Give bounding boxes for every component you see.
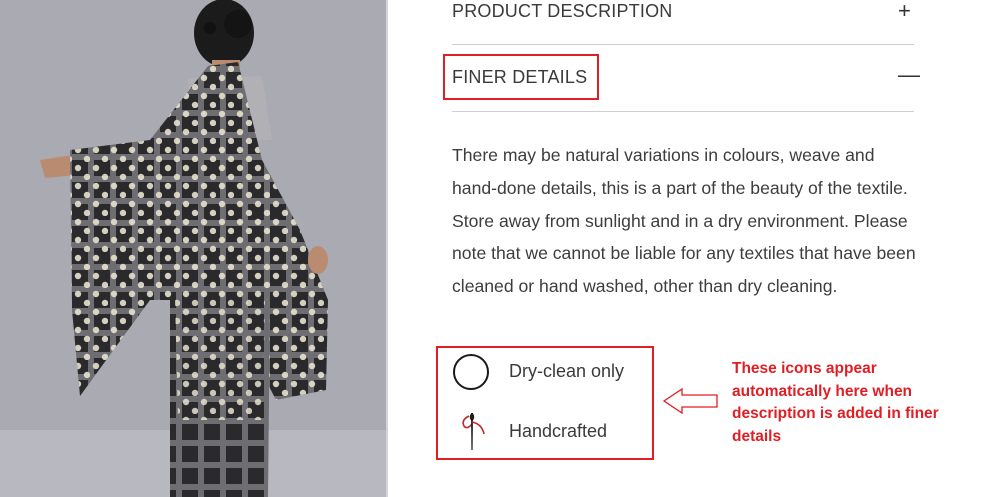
finer-details-title[interactable]: FINER DETAILS	[452, 67, 587, 88]
needle-thread-icon	[462, 413, 485, 450]
product-image	[0, 0, 386, 497]
product-description-title[interactable]: PRODUCT DESCRIPTION	[452, 1, 673, 22]
circle-icon	[453, 354, 489, 390]
collapse-minus-icon[interactable]: —	[898, 64, 920, 86]
care-label-handcrafted: Handcrafted	[509, 421, 608, 441]
divider	[452, 44, 914, 45]
expand-plus-icon[interactable]: +	[898, 0, 911, 22]
left-arrow-icon	[662, 387, 718, 415]
image-divider	[386, 0, 388, 497]
divider	[452, 111, 914, 112]
care-label-dry-clean: Dry-clean only	[509, 361, 625, 381]
saree-model-illustration	[0, 0, 386, 497]
finer-details-text: There may be natural variations in colou…	[452, 145, 916, 297]
annotation-note: These icons appear automatically here wh…	[732, 360, 939, 445]
